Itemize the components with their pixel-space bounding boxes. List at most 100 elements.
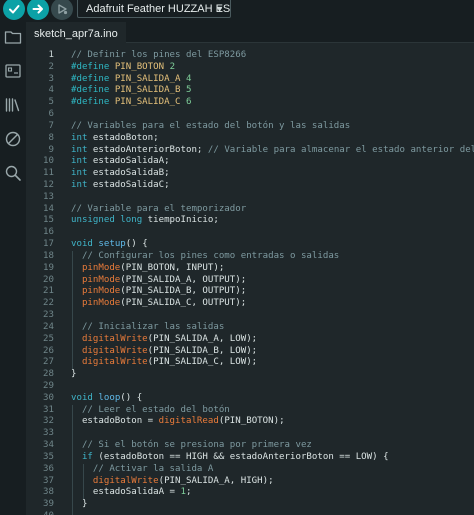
code-text: int estadoBoton; <box>71 132 159 143</box>
code-text: } <box>71 369 77 380</box>
code-line[interactable]: 5 #define PIN_SALIDA_C 6 <box>26 97 474 109</box>
debug-icon <box>58 4 68 15</box>
code-line[interactable]: 3 #define PIN_SALIDA_A 4 <box>26 74 474 86</box>
code-line[interactable]: 17 void setup() { <box>26 239 474 251</box>
code-editor[interactable]: 1 // Definir los pines del ESP8266 2 #defin… <box>26 43 474 515</box>
line-number: 11 <box>43 168 54 179</box>
code-line[interactable]: 19 pinMode(PIN_BOTON, INPUT); <box>26 263 474 275</box>
board-selector[interactable]: Adafruit Feather HUZZAH ES… ▼ <box>77 0 231 18</box>
debug-button[interactable] <box>51 0 73 20</box>
tab-label: sketch_apr7a.ino <box>34 28 118 40</box>
code-text: #define PIN_SALIDA_B 5 <box>71 85 192 96</box>
code-text: digitalWrite(PIN_SALIDA_A, HIGH); <box>92 475 274 486</box>
code-line[interactable]: 40 <box>26 511 474 515</box>
upload-button[interactable] <box>27 0 49 20</box>
line-number: 26 <box>43 345 54 356</box>
line-number: 8 <box>48 132 54 143</box>
code-line[interactable]: 24 // Inicializar las salidas <box>26 322 474 334</box>
code-line[interactable]: 22 pinMode(PIN_SALIDA_C, OUTPUT); <box>26 298 474 310</box>
line-number: 12 <box>43 180 54 191</box>
code-line[interactable]: 21 pinMode(PIN_SALIDA_B, OUTPUT); <box>26 286 474 298</box>
code-text: digitalWrite(PIN_SALIDA_C, LOW); <box>81 357 258 368</box>
code-line[interactable]: 20 pinMode(PIN_SALIDA_A, OUTPUT); <box>26 275 474 287</box>
code-line[interactable]: 18 // Configurar los pines como entradas… <box>26 251 474 263</box>
code-line[interactable]: 8 int estadoBoton; <box>26 133 474 145</box>
code-line[interactable]: 2 #define PIN_BOTON 2 <box>26 62 474 74</box>
line-number: 16 <box>43 227 54 238</box>
board-selector-label: Adafruit Feather HUZZAH ES… <box>86 3 231 15</box>
activity-bar <box>0 22 26 515</box>
code-text: #define PIN_SALIDA_A 4 <box>71 73 192 84</box>
tab-bar: sketch_apr7a.ino <box>26 22 474 43</box>
code-line[interactable]: 15 unsigned long tiempoInicio; <box>26 215 474 227</box>
line-number: 10 <box>43 156 54 167</box>
code-line[interactable]: 36 // Activar la salida A <box>26 464 474 476</box>
code-line[interactable]: 12 int estadoSalidaC; <box>26 180 474 192</box>
line-number: 3 <box>48 73 54 84</box>
verify-button[interactable] <box>3 0 25 20</box>
code-text: int estadoSalidaC; <box>71 180 170 191</box>
line-number: 1 <box>48 50 54 60</box>
code-line[interactable]: 7 // Variables para el estado del botón y… <box>26 121 474 133</box>
code-line[interactable]: 1 // Definir los pines del ESP8266 <box>26 50 474 62</box>
code-line[interactable]: 23 <box>26 310 474 322</box>
code-text: #define PIN_BOTON 2 <box>71 61 176 72</box>
indent-guide <box>72 404 73 515</box>
code-text: void setup() { <box>71 239 148 250</box>
code-line[interactable]: 33 <box>26 428 474 440</box>
code-line[interactable]: 6 <box>26 109 474 121</box>
code-line[interactable]: 31 // Leer el estado del botón <box>26 405 474 417</box>
line-number: 25 <box>43 333 54 344</box>
code-line[interactable]: 29 <box>26 381 474 393</box>
library-icon[interactable] <box>4 96 22 114</box>
code-line[interactable]: 16 <box>26 227 474 239</box>
code-text: } <box>71 499 88 510</box>
code-line[interactable]: 26 digitalWrite(PIN_SALIDA_B, LOW); <box>26 346 474 358</box>
code-text: // Leer el estado del botón <box>81 404 230 415</box>
code-line[interactable]: 37 digitalWrite(PIN_SALIDA_A, HIGH); <box>26 476 474 488</box>
chevron-down-icon: ▼ <box>215 4 224 14</box>
code-line[interactable]: 9 int estadoAnteriorBoton; // Variable pa… <box>26 145 474 157</box>
line-number: 23 <box>43 310 54 321</box>
code-line[interactable]: 35 if (estadoBoton == HIGH && estadoAnte… <box>26 452 474 464</box>
line-number: 37 <box>43 475 54 486</box>
code-line[interactable]: 10 int estadoSalidaA; <box>26 156 474 168</box>
line-number: 36 <box>43 463 54 474</box>
line-number: 30 <box>43 392 54 403</box>
code-line[interactable]: 4 #define PIN_SALIDA_B 5 <box>26 85 474 97</box>
code-line[interactable]: 27 digitalWrite(PIN_SALIDA_C, LOW); <box>26 357 474 369</box>
code-text: // Variable para el temporizador <box>71 203 247 214</box>
code-text: // Variables para el estado del botón y … <box>71 120 351 131</box>
line-number: 15 <box>43 215 54 226</box>
line-number: 24 <box>43 321 54 332</box>
code-text: int estadoSalidaB; <box>71 168 170 179</box>
code-line[interactable]: 38 estadoSalidaA = 1; <box>26 487 474 499</box>
toolbar: Adafruit Feather HUZZAH ES… ▼ <box>0 0 474 22</box>
code-line[interactable]: 25 digitalWrite(PIN_SALIDA_A, LOW); <box>26 334 474 346</box>
sketchbook-folder-icon[interactable] <box>4 28 22 46</box>
code-line[interactable]: 13 <box>26 192 474 204</box>
code-text: #define PIN_SALIDA_C 6 <box>71 97 192 108</box>
tab-sketch[interactable]: sketch_apr7a.ino <box>26 22 126 43</box>
board-manager-icon[interactable] <box>4 62 22 80</box>
code-line[interactable]: 14 // Variable para el temporizador <box>26 204 474 216</box>
search-icon[interactable] <box>4 164 22 182</box>
line-number: 13 <box>43 191 54 202</box>
arrow-right-icon <box>32 4 43 14</box>
code-text: if (estadoBoton == HIGH && estadoAnterio… <box>81 451 389 462</box>
code-line[interactable]: 39 } <box>26 499 474 511</box>
code-line[interactable]: 11 int estadoSalidaB; <box>26 168 474 180</box>
code-line[interactable]: 30 void loop() { <box>26 393 474 405</box>
code-text: // Definir los pines del ESP8266 <box>71 50 247 60</box>
code-text: int estadoAnteriorBoton; // Variable par… <box>71 144 474 155</box>
line-number: 27 <box>43 357 54 368</box>
code-text: pinMode(PIN_BOTON, INPUT); <box>81 262 225 273</box>
code-line[interactable]: 34 // Si el botón se presiona por primer… <box>26 440 474 452</box>
line-number: 21 <box>43 286 54 297</box>
debug-panel-icon[interactable] <box>4 130 22 148</box>
line-number: 28 <box>43 369 54 380</box>
code-line[interactable]: 28} <box>26 369 474 381</box>
line-number: 20 <box>43 274 54 285</box>
code-line[interactable]: 32 estadoBoton = digitalRead(PIN_BOTON); <box>26 416 474 428</box>
code-text: pinMode(PIN_SALIDA_A, OUTPUT); <box>81 274 247 285</box>
